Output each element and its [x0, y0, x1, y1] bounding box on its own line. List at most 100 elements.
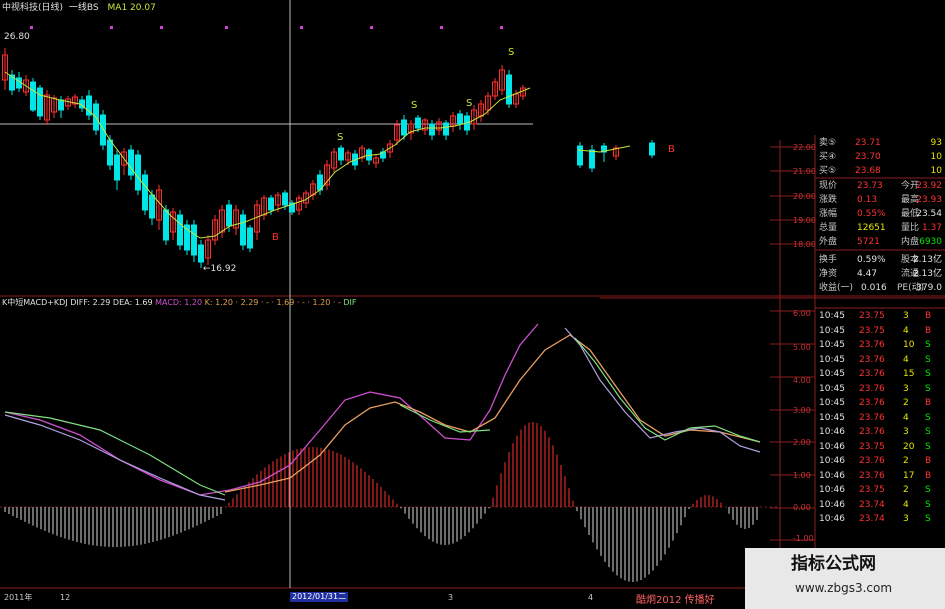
quote-level-vol: 10 [930, 166, 942, 176]
marker-dot [300, 26, 303, 29]
ma-value: 20.07 [130, 3, 156, 13]
tick-time: 10:46 [819, 499, 845, 510]
tick-row: 10:46 23.74 3 S [817, 513, 945, 526]
indicator-macd: MACD: 1.20 [155, 298, 205, 307]
stat-label: 内盘 [901, 237, 920, 247]
marker-dot [225, 26, 228, 29]
candle-body [589, 149, 595, 169]
k-line [4, 414, 226, 501]
signal-label: B [668, 144, 675, 155]
indicator-axis-tick: 0.00 [793, 503, 811, 512]
candle-body [58, 99, 64, 111]
tick-price: 23.76 [859, 369, 885, 379]
tick-row: 10:46 23.75 20 S [817, 441, 945, 454]
stat-label: 换手 [819, 255, 838, 265]
tick-volume: 2 [903, 398, 909, 408]
stat-label: 涨幅 [819, 209, 838, 219]
tick-time: 10:45 [819, 311, 845, 321]
candle-body [457, 113, 463, 125]
tick-volume: 3 [903, 311, 909, 321]
tick-time: 10:45 [819, 412, 845, 423]
high-annotation: 26.80 [4, 32, 30, 42]
tick-price: 23.75 [859, 325, 885, 336]
tick-volume: 15 [903, 369, 915, 379]
tick-volume: 4 [903, 499, 909, 510]
watermark-url: www.zbgs3.com [795, 581, 893, 595]
price-axis-tick: 21.00 [793, 167, 816, 176]
tick-volume: 10 [903, 340, 915, 350]
quote-level-row: 买④ 23.70 10 [817, 151, 945, 164]
tick-direction: S [925, 412, 931, 423]
tick-direction: S [925, 485, 931, 495]
candle-body [429, 123, 435, 136]
diff-line [4, 323, 539, 496]
candle-body [135, 154, 141, 191]
tick-direction: B [925, 456, 932, 466]
tick-price: 23.76 [859, 383, 885, 394]
tick-time: 10:46 [819, 485, 845, 495]
stat-value: 4.47 [857, 269, 878, 279]
quote-level-price: 23.68 [855, 166, 881, 176]
tick-row: 10:46 23.76 2 B [817, 455, 945, 468]
tick-row: 10:45 23.76 2 B [817, 397, 945, 410]
stat-label: 总量 [819, 223, 838, 233]
tick-price: 23.74 [859, 499, 885, 510]
stat-value: 6930 [919, 237, 942, 247]
tick-price: 23.76 [859, 412, 885, 423]
tick-volume: 3 [903, 427, 909, 437]
indicator-axis-tick: 4.00 [793, 376, 811, 385]
stat-label: 量比 [901, 223, 920, 233]
price-axis-tick: 19.00 [793, 216, 816, 225]
marker-dot [370, 26, 373, 29]
tick-price: 23.76 [859, 470, 885, 481]
tick-direction: S [925, 427, 931, 437]
tick-time: 10:45 [819, 340, 845, 350]
tick-row: 10:45 23.75 3 B [817, 310, 945, 323]
price-panel-header: 中视科技(日线) 一线BS MA1 20.07 [2, 4, 156, 13]
watermark-title: 指标公式网 [791, 554, 876, 574]
bottom-year: 2011年 [4, 593, 33, 602]
ma-line [4, 71, 531, 239]
tick-direction: S [925, 499, 931, 510]
tick-time: 10:46 [819, 441, 845, 452]
tick-direction: S [925, 354, 931, 365]
stat-value: 23.54 [916, 209, 942, 219]
quote-stat-row: 现价 23.73 今开 23.92 [817, 180, 945, 193]
indicator-axis-tick: 2.00 [793, 438, 811, 447]
price-axis-tick: 20.00 [793, 192, 816, 201]
marker-dot [30, 26, 33, 29]
stat-value: 5721 [857, 237, 880, 247]
tick-volume: 4 [903, 354, 909, 365]
indicator-axis-tick: 5.00 [793, 343, 811, 352]
stock-title: 中视科技(日线) [2, 3, 64, 13]
tick-volume: 3 [903, 383, 909, 394]
stat-label: 涨跌 [819, 195, 838, 205]
indicator-axis-tick: -1.00 [793, 534, 814, 543]
stat-value: 23.93 [916, 195, 942, 205]
stat-value: 2.13亿 [912, 269, 942, 279]
candle-body [577, 145, 583, 166]
stat-value: 379.0 [916, 283, 942, 293]
signal-label: S [411, 100, 417, 111]
candle-body [128, 149, 134, 176]
tick-price: 23.75 [859, 441, 885, 452]
bottom-month: 12 [60, 593, 71, 602]
watermark-overlay: 酷炯2012 传播好 [636, 595, 715, 606]
price-axis-tick: 22.00 [793, 143, 816, 152]
indicator-axis-tick: 6.00 [793, 309, 811, 318]
tick-price: 23.76 [859, 398, 885, 408]
candle-body [30, 81, 36, 111]
candle-body [149, 194, 155, 219]
indicator-dif: DIF [343, 298, 357, 307]
candle-body [191, 224, 197, 256]
candle-body [226, 204, 232, 227]
bottom-month-3: 3 [448, 593, 454, 602]
stat-value: 2.13亿 [912, 255, 942, 265]
tick-time: 10:45 [819, 383, 845, 394]
candle-body [142, 174, 148, 211]
tick-direction: B [925, 398, 932, 408]
candle-body [415, 117, 421, 129]
tick-time: 10:45 [819, 369, 845, 379]
tick-time: 10:45 [819, 354, 845, 365]
candle-body [649, 142, 655, 156]
